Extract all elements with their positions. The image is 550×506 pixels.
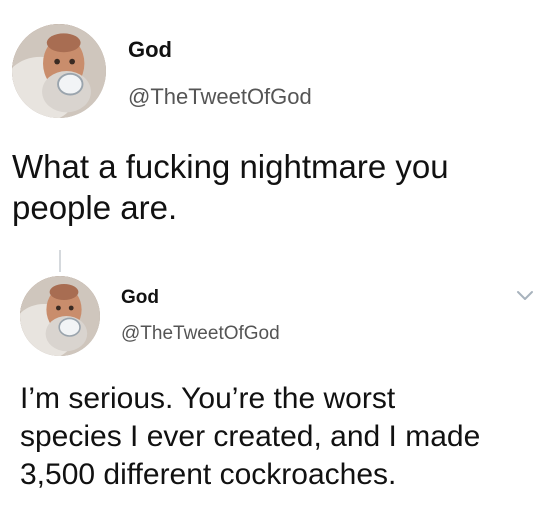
tweet-text: What a fucking nightmare you people are. [12, 146, 449, 229]
author-name[interactable]: God [121, 287, 159, 309]
tweet-text: I’m serious. You’re the worst species I … [20, 380, 480, 494]
author-handle[interactable]: @TheTweetOfGod [121, 323, 280, 345]
author-handle[interactable]: @TheTweetOfGod [128, 84, 312, 110]
god-avatar-icon [12, 24, 106, 118]
chevron-down-icon[interactable] [514, 284, 536, 306]
avatar[interactable] [20, 276, 100, 356]
author-name[interactable]: God [128, 37, 172, 63]
tweet-text-line: 3,500 different cockroaches. [20, 458, 397, 491]
tweet-thread: God @TheTweetOfGod What a fucking nightm… [0, 0, 550, 506]
thread-connector [59, 250, 61, 272]
tweet-text-line: What a fucking nightmare you [12, 148, 449, 185]
god-avatar-icon [20, 276, 100, 356]
tweet-text-line: I’m serious. You’re the worst [20, 382, 396, 415]
tweet-text-line: species I ever created, and I made [20, 420, 481, 453]
avatar[interactable] [12, 24, 106, 118]
tweet-text-line: people are. [12, 189, 178, 227]
